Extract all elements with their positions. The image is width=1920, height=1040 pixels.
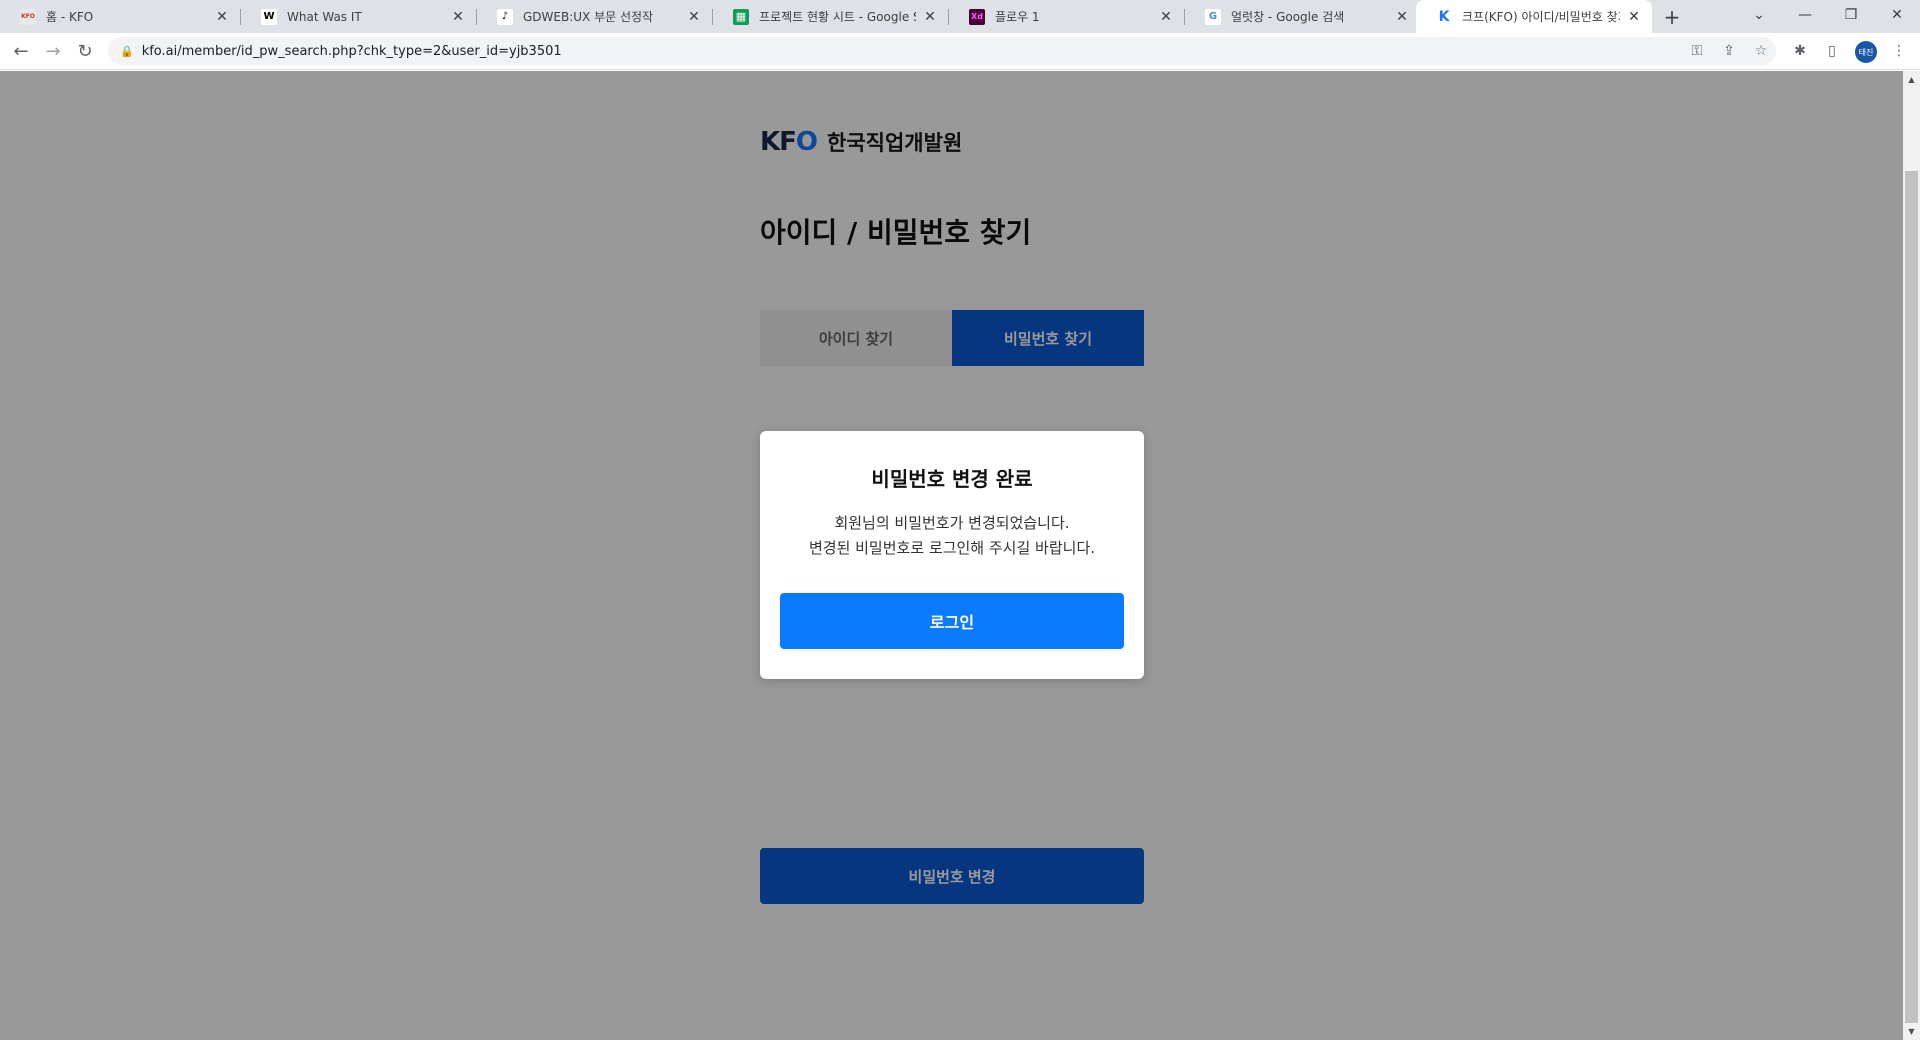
tiktok-favicon-icon: ♪	[497, 8, 513, 25]
w-favicon-icon: W	[261, 8, 277, 25]
tab-search-icon[interactable]: ⌄	[1736, 0, 1782, 30]
tab-title: 플로우 1	[995, 10, 1040, 24]
bookmark-star-icon[interactable]: ☆	[1751, 41, 1771, 61]
window-close-icon[interactable]: ✕	[1874, 0, 1920, 30]
close-icon[interactable]: ✕	[214, 9, 230, 25]
tab-kfo-home[interactable]: KFO 홈 - KFO ✕	[0, 0, 240, 33]
vertical-scrollbar[interactable]: ▲ ▼	[1903, 71, 1920, 1040]
new-tab-button[interactable]: +	[1660, 5, 1684, 29]
kfo-favicon-icon: KFO	[20, 8, 36, 25]
xd-favicon-icon: Xd	[969, 8, 985, 25]
scroll-thumb[interactable]	[1905, 171, 1918, 1023]
back-icon[interactable]: ←	[7, 37, 35, 65]
close-icon[interactable]: ✕	[922, 9, 938, 25]
tab-what-was-it[interactable]: W What Was IT ✕	[241, 0, 476, 33]
scroll-down-arrow-icon[interactable]: ▼	[1903, 1023, 1920, 1040]
scroll-up-arrow-icon[interactable]: ▲	[1903, 71, 1920, 88]
minimize-icon[interactable]: —	[1782, 0, 1828, 30]
maximize-icon[interactable]: ❐	[1828, 0, 1874, 30]
profile-avatar[interactable]: 태진	[1855, 41, 1877, 63]
close-icon[interactable]: ✕	[686, 9, 702, 25]
url-text: kfo.ai/member/id_pw_search.php?chk_type=…	[141, 43, 562, 59]
tab-title: 홈 - KFO	[46, 10, 94, 24]
page-viewport: KFO 한국직업개발원 아이디 / 비밀번호 찾기 아이디 찾기 비밀번호 찾기…	[0, 71, 1903, 1040]
tab-google-sheets[interactable]: ▦ 프로젝트 현황 시트 - Google Sh ✕	[713, 0, 948, 33]
modal-title: 비밀번호 변경 완료	[871, 467, 1033, 491]
tab-title: 크프(KFO) 아이디/비밀번호 찾기	[1462, 10, 1620, 24]
close-icon[interactable]: ✕	[1626, 9, 1642, 25]
menu-kebab-icon[interactable]: ⋮	[1889, 41, 1909, 61]
tab-gdweb[interactable]: ♪ GDWEB:UX 부문 선정작 ✕	[477, 0, 712, 33]
tab-strip: KFO 홈 - KFO ✕ W What Was IT ✕ ♪ GDWEB:UX…	[0, 0, 1920, 33]
google-favicon-icon: G	[1205, 8, 1221, 25]
tab-kfo-find-account[interactable]: K 크프(KFO) 아이디/비밀번호 찾기 ✕	[1416, 0, 1652, 33]
extensions-icon[interactable]: ✱	[1790, 41, 1810, 61]
close-icon[interactable]: ✕	[1394, 9, 1410, 25]
tab-google-search[interactable]: G 얼럿창 - Google 검색 ✕	[1185, 0, 1420, 33]
sheets-favicon-icon: ▦	[733, 8, 749, 25]
browser-toolbar: ← → ↻ 🔒 kfo.ai/member/id_pw_search.php?c…	[0, 33, 1920, 70]
lock-icon: 🔒	[120, 44, 134, 58]
reload-icon[interactable]: ↻	[71, 37, 99, 65]
forward-icon[interactable]: →	[39, 37, 67, 65]
kfo-k-favicon-icon: K	[1436, 8, 1452, 25]
tab-title: What Was IT	[287, 9, 362, 24]
password-changed-modal: 비밀번호 변경 완료 회원님의 비밀번호가 변경되었습니다. 변경된 비밀번호로…	[760, 431, 1144, 679]
tab-title: GDWEB:UX 부문 선정작	[523, 10, 654, 24]
close-icon[interactable]: ✕	[450, 9, 466, 25]
modal-message: 회원님의 비밀번호가 변경되었습니다. 변경된 비밀번호로 로그인해 주시길 바…	[760, 511, 1144, 561]
modal-message-line: 변경된 비밀번호로 로그인해 주시길 바랍니다.	[808, 539, 1096, 557]
share-icon[interactable]: ⇪	[1719, 41, 1739, 61]
address-bar[interactable]: 🔒 kfo.ai/member/id_pw_search.php?chk_typ…	[108, 37, 1776, 65]
login-button[interactable]: 로그인	[780, 593, 1124, 649]
side-panel-icon[interactable]: ▯	[1822, 41, 1842, 61]
tab-title: 프로젝트 현황 시트 - Google Sh	[759, 10, 916, 24]
key-icon[interactable]: ⚿	[1687, 41, 1707, 61]
tab-title: 얼럿창 - Google 검색	[1231, 10, 1345, 24]
close-icon[interactable]: ✕	[1158, 9, 1174, 25]
tab-xd-flow[interactable]: Xd 플로우 1 ✕	[949, 0, 1184, 33]
modal-message-line: 회원님의 비밀번호가 변경되었습니다.	[834, 514, 1070, 532]
